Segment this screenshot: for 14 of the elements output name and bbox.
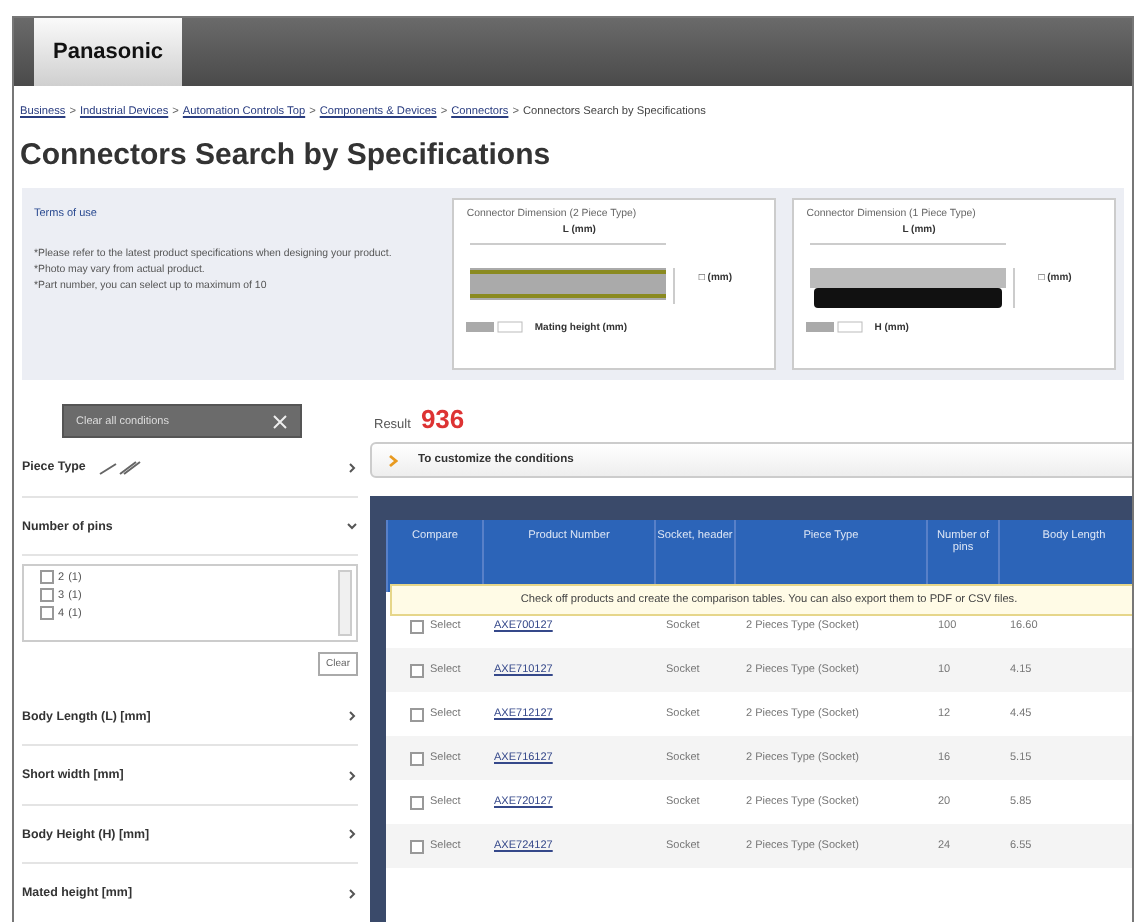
chevron-down-icon[interactable]: [346, 520, 358, 533]
result-count: 936: [420, 404, 465, 434]
side-view-drawing: [466, 320, 527, 334]
side-view-drawing: [806, 320, 867, 334]
close-icon: [272, 413, 288, 430]
chevron-right-icon: [388, 453, 398, 467]
page-title: Connectors Search by Specifications: [20, 138, 553, 172]
chevron-right-icon[interactable]: [346, 887, 358, 900]
scrollbar[interactable]: [338, 570, 352, 636]
chevron-right-icon[interactable]: [346, 828, 358, 841]
chevron-right-icon[interactable]: [346, 710, 358, 723]
chevron-right-icon[interactable]: [346, 769, 358, 782]
chevron-right-icon[interactable]: [346, 461, 358, 474]
logo[interactable]: Panasonic: [34, 18, 182, 86]
